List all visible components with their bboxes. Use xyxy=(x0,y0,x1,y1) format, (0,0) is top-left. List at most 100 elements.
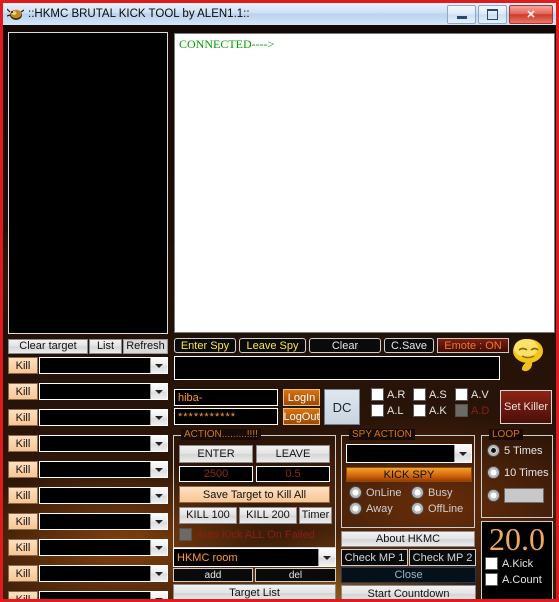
kill-target-combo[interactable] xyxy=(39,461,168,478)
chevron-down-icon[interactable] xyxy=(150,436,167,451)
chevron-down-icon[interactable] xyxy=(454,445,471,462)
status-away-radio[interactable] xyxy=(349,502,362,515)
a-kick-checkbox[interactable] xyxy=(485,557,498,570)
kill-button[interactable]: Kill xyxy=(8,565,38,582)
close-button-main[interactable]: Close xyxy=(341,567,476,583)
close-button[interactable]: ✕ xyxy=(509,5,553,24)
emote-toggle-button[interactable]: Emote : ON xyxy=(437,338,509,353)
spy-target-combo[interactable] xyxy=(346,444,472,463)
check-mp2-button[interactable]: Check MP 2 xyxy=(409,549,476,566)
dc-button[interactable]: DC xyxy=(324,389,360,425)
enter-button[interactable]: ENTER xyxy=(179,445,253,463)
kill-target-combo[interactable] xyxy=(39,383,168,400)
chevron-down-icon[interactable] xyxy=(150,566,167,581)
minimize-button[interactable] xyxy=(447,5,476,24)
flag-av-checkbox[interactable] xyxy=(455,388,468,401)
kill-target-combo[interactable] xyxy=(39,513,168,530)
chevron-down-icon[interactable] xyxy=(318,549,335,566)
chevron-down-icon[interactable] xyxy=(150,592,167,599)
refresh-button[interactable]: Refresh xyxy=(123,339,168,354)
del-room-button[interactable]: del xyxy=(255,568,336,582)
save-target-to-kill-all-button[interactable]: Save Target to Kill All xyxy=(179,486,330,503)
chevron-down-icon[interactable] xyxy=(150,514,167,529)
kill-target-combo[interactable] xyxy=(39,435,168,452)
kill-button[interactable]: Kill xyxy=(8,513,38,530)
csave-button[interactable]: C.Save xyxy=(384,338,434,353)
about-hkmc-button[interactable]: About HKMC xyxy=(341,531,475,547)
chevron-down-icon[interactable] xyxy=(150,410,167,425)
kill-button[interactable]: Kill xyxy=(8,409,38,426)
kill-200-button[interactable]: KILL 200 xyxy=(239,507,297,524)
kill-button[interactable]: Kill xyxy=(8,435,38,452)
a-kick-row[interactable]: A.Kick xyxy=(485,557,552,570)
flag-ak-checkbox[interactable] xyxy=(413,404,426,417)
chevron-down-icon[interactable] xyxy=(150,462,167,477)
status-busy-radio[interactable] xyxy=(411,486,424,499)
loop-5-times[interactable]: 5 Times xyxy=(487,444,543,457)
target-list-button[interactable]: Target List xyxy=(173,584,336,599)
kill-button[interactable]: Kill xyxy=(8,539,38,556)
add-room-button[interactable]: add xyxy=(173,568,253,582)
login-button[interactable]: LogIn xyxy=(283,389,320,406)
loop-custom-radio[interactable] xyxy=(487,489,500,502)
flag-ar[interactable]: A.R xyxy=(371,388,413,401)
a-count-row[interactable]: A.Count xyxy=(485,573,552,586)
clear-target-button[interactable]: Clear target xyxy=(8,339,88,354)
kill-target-combo[interactable] xyxy=(39,357,168,374)
username-field[interactable]: hiba- xyxy=(174,389,278,406)
chevron-down-icon[interactable] xyxy=(150,358,167,373)
clear-button[interactable]: Clear xyxy=(309,338,381,353)
kill-target-combo[interactable] xyxy=(39,409,168,426)
loop-10-times[interactable]: 10 Times xyxy=(487,466,549,479)
kill-button[interactable]: Kill xyxy=(8,487,38,504)
flag-ak[interactable]: A.K xyxy=(413,404,455,417)
flag-as[interactable]: A.S xyxy=(413,388,455,401)
kill-target-combo[interactable] xyxy=(39,591,168,599)
kill-target-combo[interactable] xyxy=(39,487,168,504)
kill-button[interactable]: Kill xyxy=(8,357,38,374)
leave-button[interactable]: LEAVE xyxy=(256,445,330,463)
loop-custom[interactable] xyxy=(487,488,544,503)
logout-button[interactable]: LogOut xyxy=(283,408,320,425)
flag-av[interactable]: A.V xyxy=(455,388,497,401)
flag-ar-checkbox[interactable] xyxy=(371,388,384,401)
set-killer-button[interactable]: Set Killer xyxy=(500,390,552,424)
target-listbox[interactable] xyxy=(8,32,168,334)
kill-100-button[interactable]: KILL 100 xyxy=(179,507,237,524)
check-mp1-button[interactable]: Check MP 1 xyxy=(341,549,408,566)
status-busy[interactable]: Busy xyxy=(411,486,473,499)
flag-as-checkbox[interactable] xyxy=(413,388,426,401)
list-button[interactable]: List xyxy=(89,339,122,354)
a-count-checkbox[interactable] xyxy=(485,573,498,586)
chevron-down-icon[interactable] xyxy=(150,384,167,399)
start-countdown-button[interactable]: Start Countdown xyxy=(341,585,476,599)
timer-button[interactable]: Timer xyxy=(299,507,332,524)
loop-custom-field[interactable] xyxy=(504,488,544,503)
leave-spy-button[interactable]: Leave Spy xyxy=(239,338,306,353)
kick-spy-button[interactable]: KICK SPY xyxy=(346,467,472,482)
loop-10-times-radio[interactable] xyxy=(487,466,500,479)
status-offline[interactable]: OffLine xyxy=(411,502,473,515)
enter-spy-button[interactable]: Enter Spy xyxy=(174,338,236,353)
chat-log[interactable]: CONNECTED----> xyxy=(174,33,555,333)
status-online[interactable]: OnLine xyxy=(349,486,411,499)
status-offline-radio[interactable] xyxy=(411,502,424,515)
status-online-radio[interactable] xyxy=(349,486,362,499)
kill-target-combo[interactable] xyxy=(39,565,168,582)
delay-field-2[interactable]: 0.5 xyxy=(256,466,330,482)
kill-button[interactable]: Kill xyxy=(8,591,38,599)
kill-button[interactable]: Kill xyxy=(8,383,38,400)
delay-field-1[interactable]: 2500 xyxy=(179,466,253,482)
flag-al-checkbox[interactable] xyxy=(371,404,384,417)
kill-button[interactable]: Kill xyxy=(8,461,38,478)
maximize-button[interactable] xyxy=(478,5,507,24)
password-field[interactable]: *********** xyxy=(174,408,278,425)
flag-al[interactable]: A.L xyxy=(371,404,413,417)
chevron-down-icon[interactable] xyxy=(150,540,167,555)
chat-input[interactable] xyxy=(174,356,500,380)
kill-target-combo[interactable] xyxy=(39,539,168,556)
status-away[interactable]: Away xyxy=(349,502,411,515)
chevron-down-icon[interactable] xyxy=(150,488,167,503)
loop-5-times-radio[interactable] xyxy=(487,444,500,457)
room-combo[interactable]: HKMC room xyxy=(173,548,336,567)
